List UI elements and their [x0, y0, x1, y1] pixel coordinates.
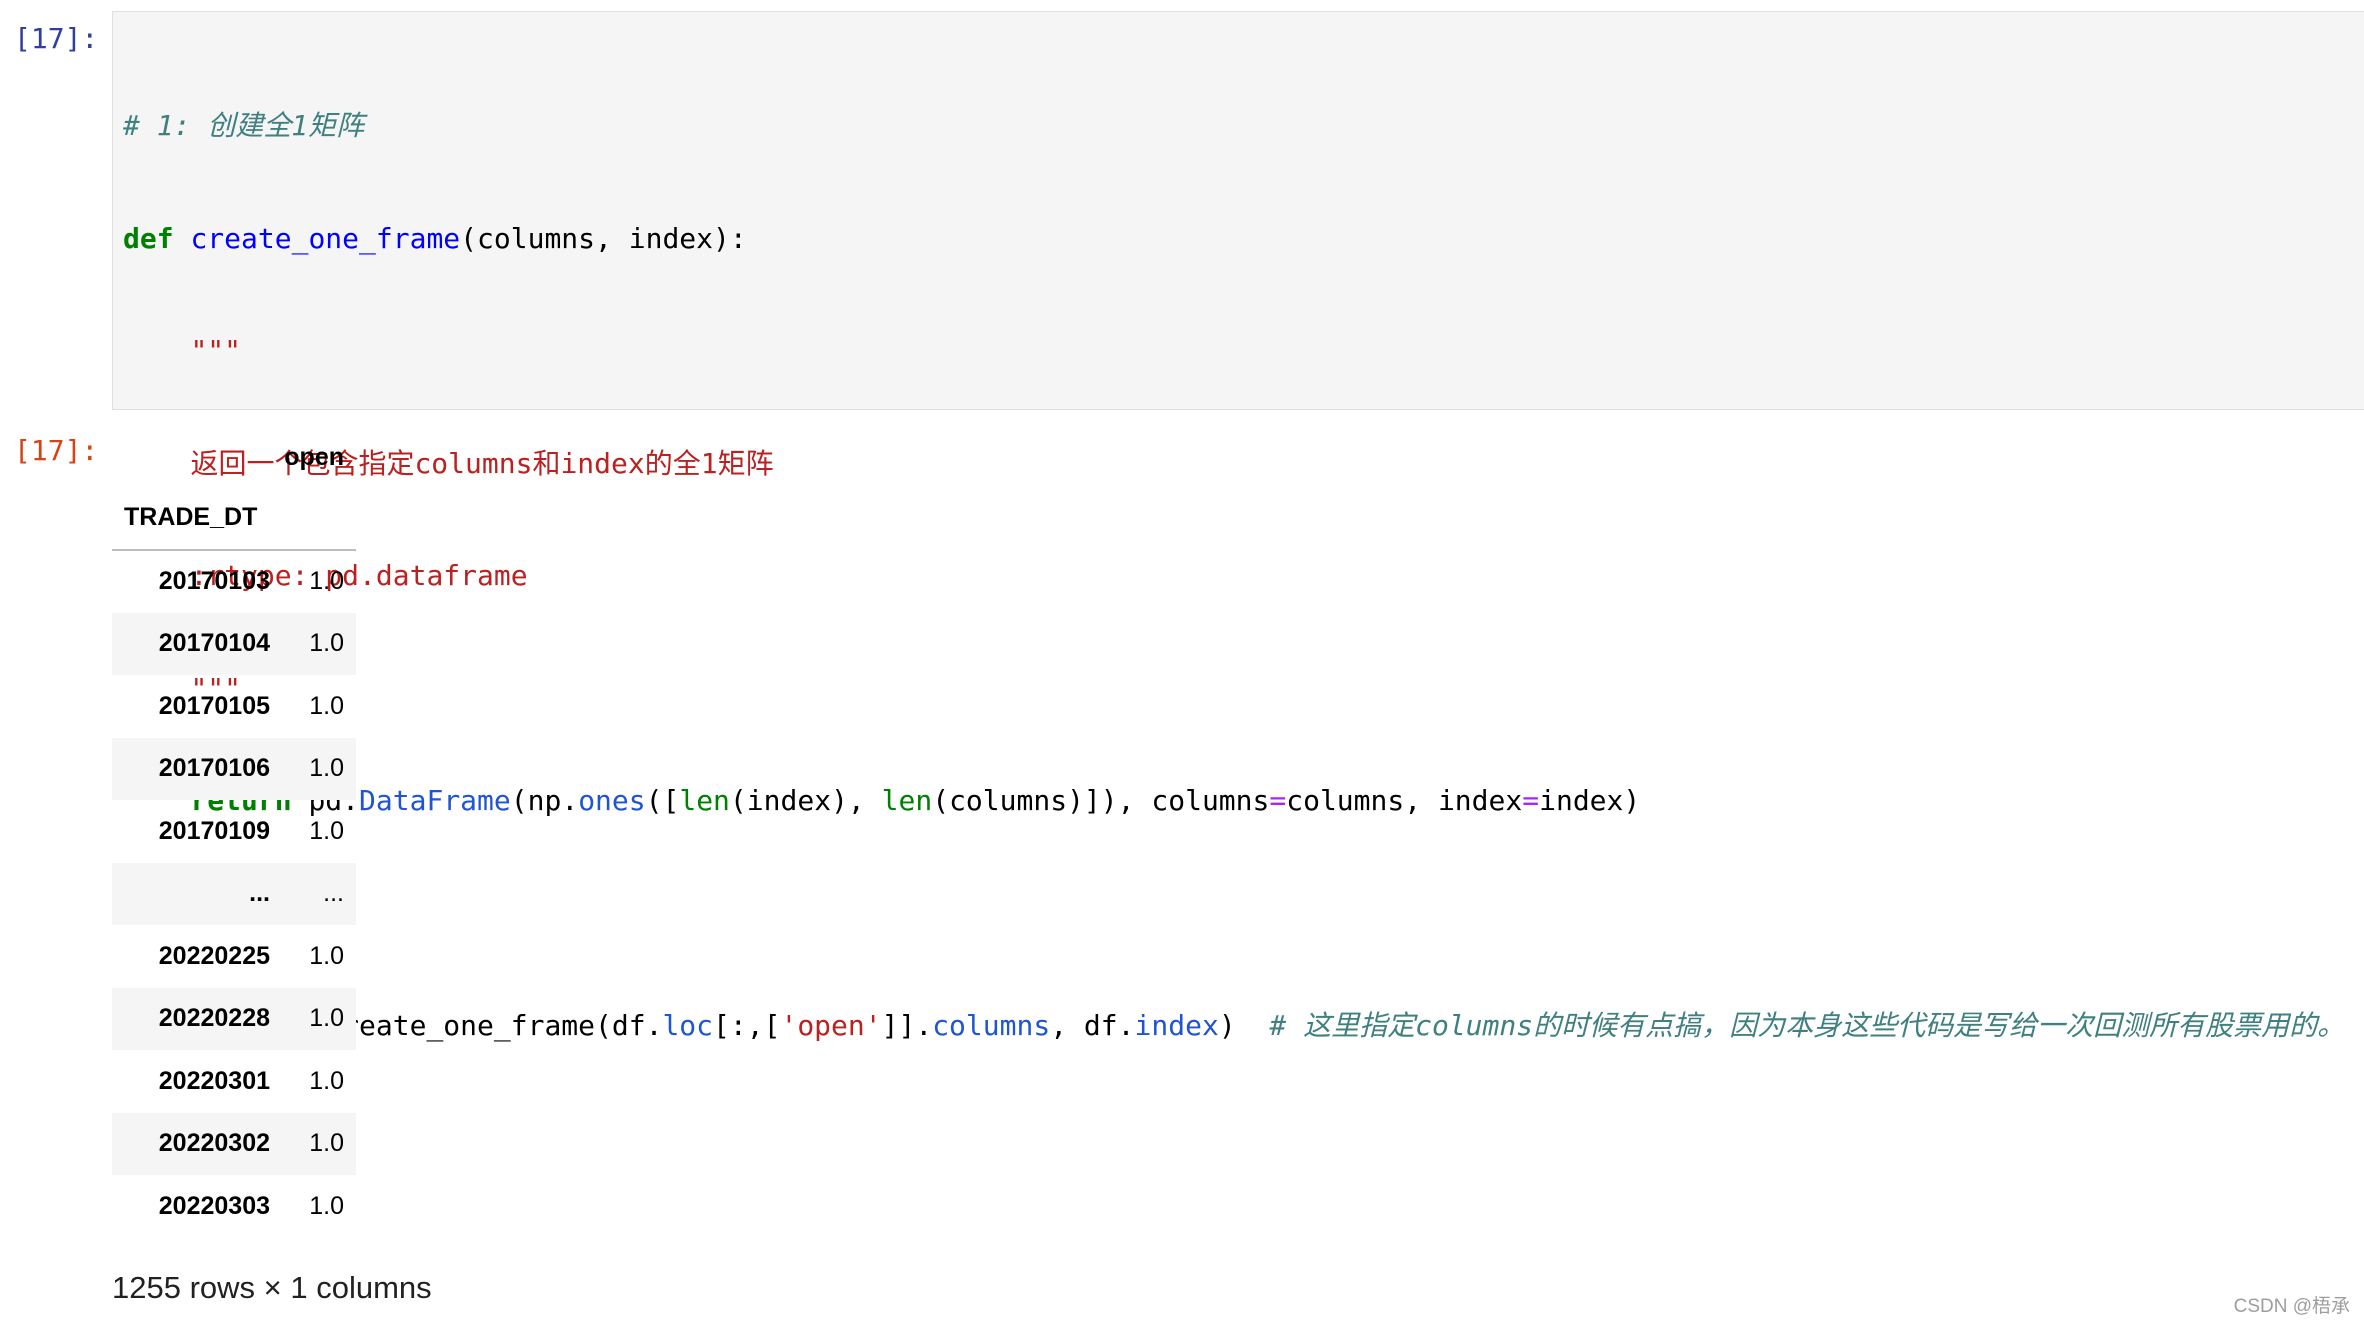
code-text: columns, index — [1286, 784, 1523, 817]
code-line-10: one_frame — [123, 1120, 2345, 1158]
cell-value: 1.0 — [309, 754, 344, 783]
cell-value: 1.0 — [309, 1004, 344, 1033]
code-text: (np. — [510, 784, 579, 817]
row-index: 20170103 — [158, 567, 270, 596]
index-name-spacer — [280, 485, 356, 551]
code-docstring-open: """ — [190, 334, 242, 367]
code-text: [:,[ — [713, 1009, 781, 1042]
code-text: ) — [1218, 1009, 1270, 1042]
code-line-9: one_frame = create_one_frame(df.loc[:,['… — [123, 1007, 2345, 1045]
input-prompt: [17]: — [14, 22, 99, 55]
code-attribute: loc — [662, 1009, 714, 1042]
code-editor[interactable]: # 1: 创建全1矩阵 def create_one_frame(columns… — [123, 32, 2345, 1232]
table-row: 20220301 1.0 — [112, 1050, 356, 1113]
output-area: open TRADE_DT 20170103 1.0 20170104 1.0 2017… — [112, 430, 356, 1238]
code-attribute: DataFrame — [359, 784, 511, 817]
cell-value: 1.0 — [309, 1066, 344, 1095]
code-comment: # 1: 创建全1矩阵 — [123, 109, 365, 142]
row-index: ... — [249, 879, 270, 908]
code-keyword-def: def — [123, 221, 174, 255]
code-text: ]]. — [881, 1009, 933, 1042]
table-row: 20220228 1.0 — [112, 987, 356, 1050]
table-body: 20170103 1.0 20170104 1.0 20170105 1.0 2017010… — [112, 550, 356, 1238]
code-operator: = — [1269, 784, 1287, 817]
table-row: 20220303 1.0 — [112, 1175, 356, 1238]
table-row: 20220302 1.0 — [112, 1112, 356, 1175]
code-line-4: 返回一个包含指定columns和index的全1矩阵 — [123, 445, 2345, 483]
code-text: ([ — [645, 784, 680, 817]
code-builtin: len — [679, 784, 730, 817]
cell-value: 1.0 — [309, 941, 344, 970]
code-comment: # 这里指定columns的时候有点搞，因为本身这些代码是写给一次回测所有股票用… — [1269, 1009, 2346, 1042]
cell-value: 1.0 — [309, 629, 344, 658]
code-text: (index), — [729, 784, 882, 817]
code-builtin: len — [881, 784, 933, 817]
code-params: (columns, index): — [460, 221, 747, 255]
table-row: 20170106 1.0 — [112, 737, 356, 800]
cell-value: 1.0 — [309, 1129, 344, 1158]
cell-value: 1.0 — [309, 567, 344, 596]
index-name-row: TRADE_DT — [112, 485, 356, 551]
code-cell[interactable]: # 1: 创建全1矩阵 def create_one_frame(columns… — [112, 11, 2364, 1155]
dataframe-table: open TRADE_DT 20170103 1.0 20170104 1.0 2017… — [112, 430, 356, 1238]
code-attribute: columns — [932, 1009, 1051, 1042]
code-text: , df. — [1050, 1009, 1135, 1042]
dataframe-shape: 1255 rows × 1 columns — [112, 1270, 432, 1305]
table-row: 20170103 1.0 — [112, 550, 356, 613]
column-header-open: open — [284, 443, 344, 471]
code-line-6: """ — [123, 670, 2345, 708]
table-row: 20170104 1.0 — [112, 612, 356, 675]
index-corner-cell — [112, 430, 280, 485]
code-text: index) — [1539, 784, 1641, 817]
code-function-name: create_one_frame — [190, 221, 461, 255]
row-index: 20220301 — [158, 1066, 270, 1095]
code-text: (columns)]), columns — [932, 784, 1270, 817]
cell-value: 1.0 — [309, 691, 344, 720]
cell-value: 1.0 — [309, 816, 344, 845]
code-line-1: # 1: 创建全1矩阵 — [123, 107, 2345, 145]
output-prompt: [17]: — [14, 434, 99, 467]
code-text: create_one_frame(df. — [308, 1009, 663, 1042]
row-index: 20170104 — [158, 629, 270, 658]
index-name: TRADE_DT — [112, 485, 280, 551]
code-line-5: :rtype: pd.dataframe — [123, 557, 2345, 595]
code-string: 'open' — [780, 1009, 882, 1042]
code-line-2: def create_one_frame(columns, index): — [123, 220, 2345, 258]
cell-value: 1.0 — [309, 1191, 344, 1220]
watermark: CSDN @梧承 — [2233, 1296, 2350, 1317]
table-row: 20170109 1.0 — [112, 800, 356, 863]
row-index: 20220225 — [158, 941, 270, 970]
code-operator: = — [1522, 784, 1540, 817]
table-row: ...... — [112, 862, 356, 925]
code-line-7: return pd.DataFrame(np.ones([len(index),… — [123, 782, 2345, 820]
row-index: 20220228 — [158, 1004, 270, 1033]
row-index: 20170109 — [158, 816, 270, 845]
cell-value: ... — [323, 879, 344, 908]
code-attribute: ones — [578, 784, 646, 817]
row-index: 20170105 — [158, 691, 270, 720]
column-header-row: open — [112, 430, 356, 485]
table-row: 20170105 1.0 — [112, 675, 356, 738]
row-index: 20220303 — [158, 1191, 270, 1220]
code-attribute: index — [1134, 1009, 1219, 1042]
row-index: 20220302 — [158, 1129, 270, 1158]
code-line-3: """ — [123, 332, 2345, 370]
row-index: 20170106 — [158, 754, 270, 783]
table-row: 20220225 1.0 — [112, 925, 356, 988]
